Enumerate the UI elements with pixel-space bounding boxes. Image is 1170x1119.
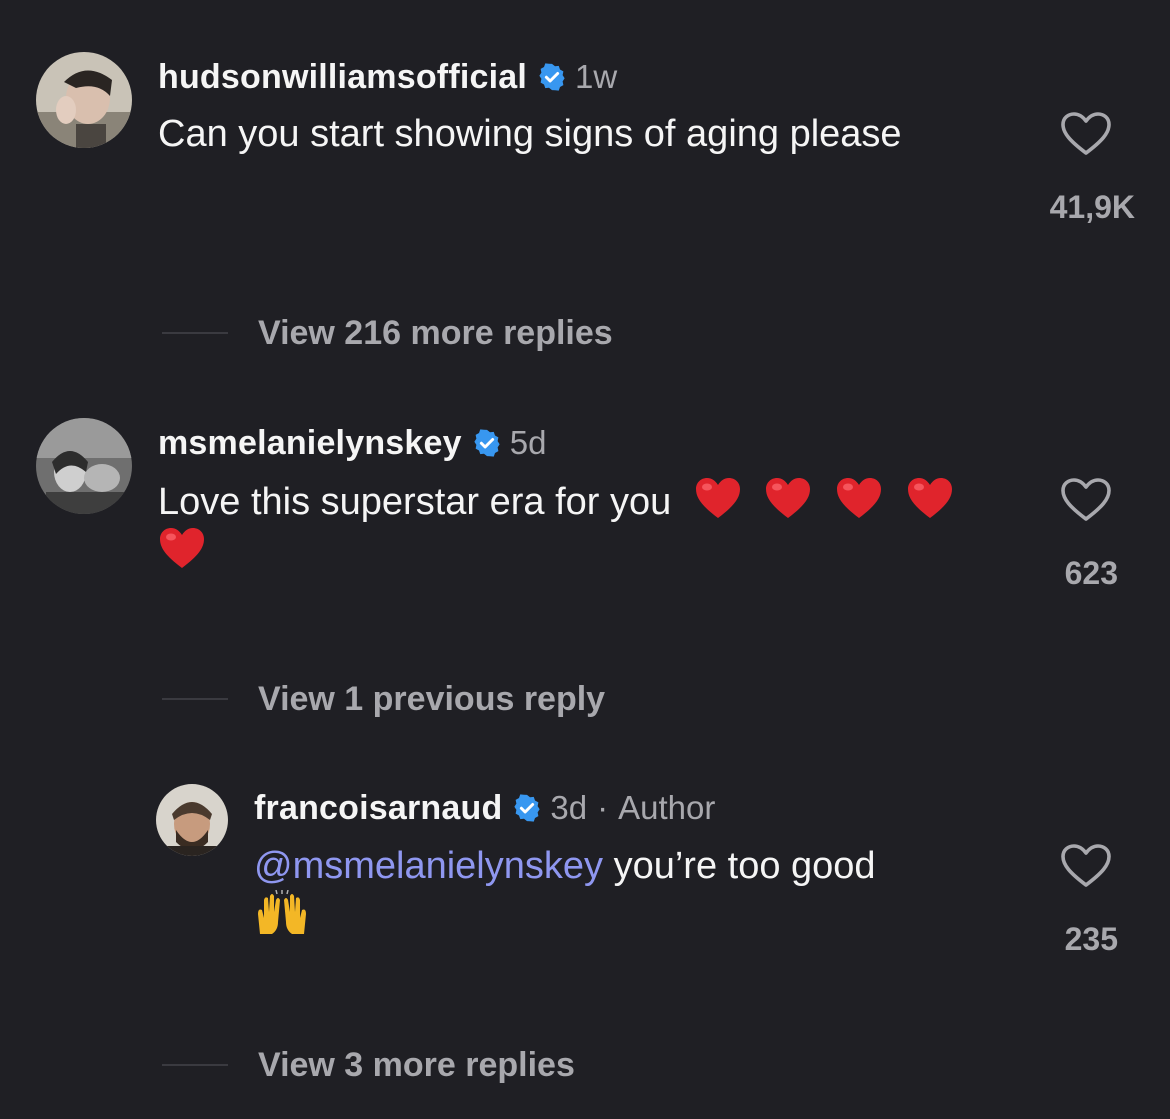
- avatar[interactable]: [36, 418, 132, 514]
- username[interactable]: hudsonwilliamsofficial: [158, 58, 527, 97]
- reply-header: francoisarnaud 3d · Author: [254, 785, 715, 831]
- timestamp: 5d: [509, 424, 547, 461]
- view-replies-button[interactable]: View 216 more replies: [162, 310, 613, 356]
- comment-text: Love this superstar era for you: [158, 481, 672, 523]
- comment-text: Can you start showing signs of aging ple…: [158, 113, 902, 155]
- mention-link[interactable]: @msmelanielynskey: [254, 845, 603, 887]
- like-count: 41,9K: [1049, 189, 1135, 225]
- replies-divider: [162, 698, 228, 700]
- red-heart-emoji-icon: [764, 476, 812, 520]
- raising-hands-emoji-icon: [254, 890, 310, 936]
- avatar[interactable]: [156, 784, 228, 856]
- red-heart-emoji-icon: [835, 476, 883, 520]
- replies-divider: [162, 1064, 228, 1066]
- reply-text-block: @msmelanielynskey you’re too good: [254, 842, 1014, 940]
- verified-badge-icon: [537, 62, 567, 92]
- like-heart-icon[interactable]: [1060, 477, 1112, 523]
- reply-text: you’re too good: [613, 845, 876, 887]
- view-replies-label[interactable]: View 1 previous reply: [258, 680, 605, 719]
- red-heart-emoji-icon: [158, 526, 206, 570]
- like-count: 623: [1064, 555, 1118, 591]
- view-replies-button[interactable]: View 3 more replies: [162, 1042, 575, 1088]
- author-tag: Author: [618, 789, 716, 826]
- red-heart-emoji-icon: [906, 476, 954, 520]
- view-replies-button[interactable]: View 1 previous reply: [162, 676, 605, 722]
- verified-badge-icon: [472, 428, 502, 458]
- separator-dot: ·: [597, 789, 609, 826]
- replies-divider: [162, 332, 228, 334]
- red-heart-emoji-icon: [694, 476, 742, 520]
- comment-header: hudsonwilliamsofficial 1w: [158, 54, 617, 100]
- avatar[interactable]: [36, 52, 132, 148]
- username[interactable]: francoisarnaud: [254, 789, 502, 828]
- comment-header: msmelanielynskey 5d: [158, 420, 546, 466]
- view-replies-label[interactable]: View 216 more replies: [258, 314, 613, 353]
- verified-badge-icon: [512, 793, 542, 823]
- like-heart-icon[interactable]: [1060, 111, 1112, 157]
- like-heart-icon[interactable]: [1060, 843, 1112, 889]
- comment-text-block: Love this superstar era for you: [158, 476, 1008, 576]
- timestamp: 1w: [575, 58, 618, 95]
- username[interactable]: msmelanielynskey: [158, 424, 462, 463]
- timestamp: 3d: [550, 789, 588, 826]
- like-count: 235: [1064, 921, 1118, 957]
- view-replies-label[interactable]: View 3 more replies: [258, 1046, 575, 1085]
